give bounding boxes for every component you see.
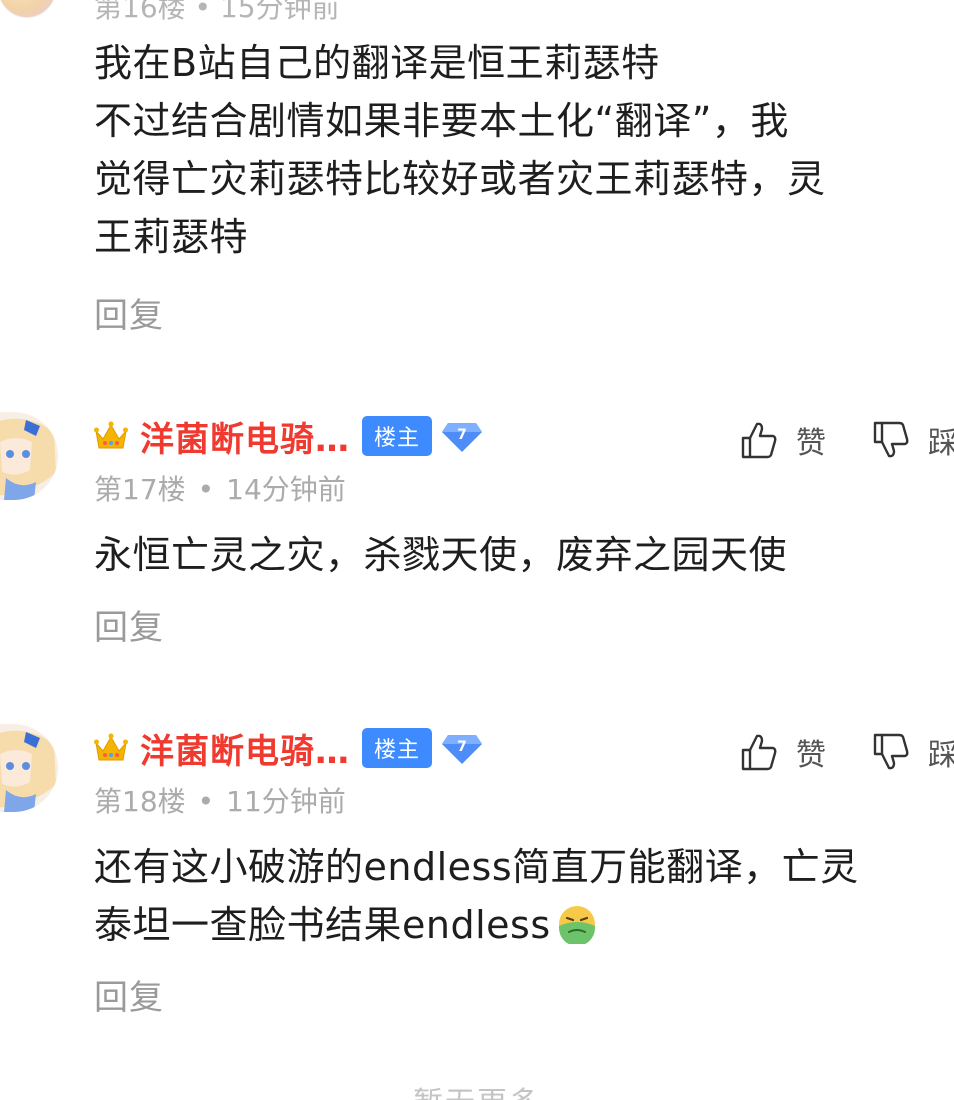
separator-dot: • [197,785,215,818]
separator-dot: • [197,473,215,506]
op-badge: 楼主 [362,416,433,456]
floor-number: 第17楼 [94,473,186,506]
reply-button[interactable]: 回复 [94,600,164,649]
comment-meta: 第18楼 • 11分钟前 [94,780,346,820]
timestamp: 14分钟前 [226,473,346,506]
comment-meta: 第17楼 • 14分钟前 [94,468,346,508]
comment-body-line: 王莉瑟特 [94,215,249,259]
dislike-button[interactable]: 踩 [872,418,954,462]
user-avatar[interactable] [0,724,58,812]
like-button[interactable]: 赞 [740,418,826,462]
comment-header: 洋菌断电骑… 楼主 7 [94,412,483,461]
comment-body-text: 泰坦一查脸书结果endless [94,903,551,947]
nauseated-face-emoji [558,906,595,944]
crown-icon [94,421,128,449]
level-number: 7 [457,427,467,443]
username[interactable]: 洋菌断电骑… [140,412,350,461]
dislike-button[interactable]: 踩 [872,730,954,774]
no-more-label: 暂无更多 [0,1078,954,1100]
level-number: 7 [457,739,467,755]
reply-button[interactable]: 回复 [94,970,164,1019]
dislike-label: 踩 [928,738,954,773]
comment-body-line: 不过结合剧情如果非要本土化“翻译”，我 [94,99,789,143]
thumbs-down-icon [873,421,909,458]
user-avatar[interactable] [0,0,56,18]
comment-body-line: 泰坦一查脸书结果endless [94,896,859,954]
comment-body-line: 永恒亡灵之灾，杀戮天使，废弃之园天使 [94,533,788,577]
level-badge-icon: 7 [442,423,483,452]
like-button[interactable]: 赞 [740,730,826,774]
comment-thread: 第16楼 • 15分钟前 我在B站自己的翻译是恒王莉瑟特 不过结合剧情如果非要本… [0,0,954,1100]
thumbs-down-icon [873,733,909,770]
op-badge: 楼主 [362,728,433,768]
comment-body: 永恒亡灵之灾，杀戮天使，废弃之园天使 [94,526,787,584]
username[interactable]: 洋菌断电骑… [140,724,350,773]
user-avatar[interactable] [0,412,58,500]
comment-body: 我在B站自己的翻译是恒王莉瑟特 不过结合剧情如果非要本土化“翻译”，我 觉得亡灾… [94,34,826,266]
floor-number: 第18楼 [94,785,186,818]
dislike-label: 踩 [928,426,954,461]
comment-meta: 第16楼 • 15分钟前 [94,0,340,24]
thumbs-up-icon [741,734,777,771]
comment-body-line: 我在B站自己的翻译是恒王莉瑟特 [94,41,660,85]
comment-body-line: 觉得亡灾莉瑟特比较好或者灾王莉瑟特，灵 [94,157,826,201]
level-badge-icon: 7 [442,735,483,764]
comment-body: 还有这小破游的endless简直万能翻译，亡灵 泰坦一查脸书结果endless [94,838,859,954]
thumbs-up-icon [741,422,777,459]
timestamp: 11分钟前 [226,785,346,818]
comment-header: 洋菌断电骑… 楼主 7 [94,724,483,773]
like-label: 赞 [796,738,826,773]
like-label: 赞 [796,426,826,461]
crown-icon [94,733,128,761]
comment-body-line: 还有这小破游的endless简直万能翻译，亡灵 [94,845,859,889]
reply-button[interactable]: 回复 [94,288,164,337]
